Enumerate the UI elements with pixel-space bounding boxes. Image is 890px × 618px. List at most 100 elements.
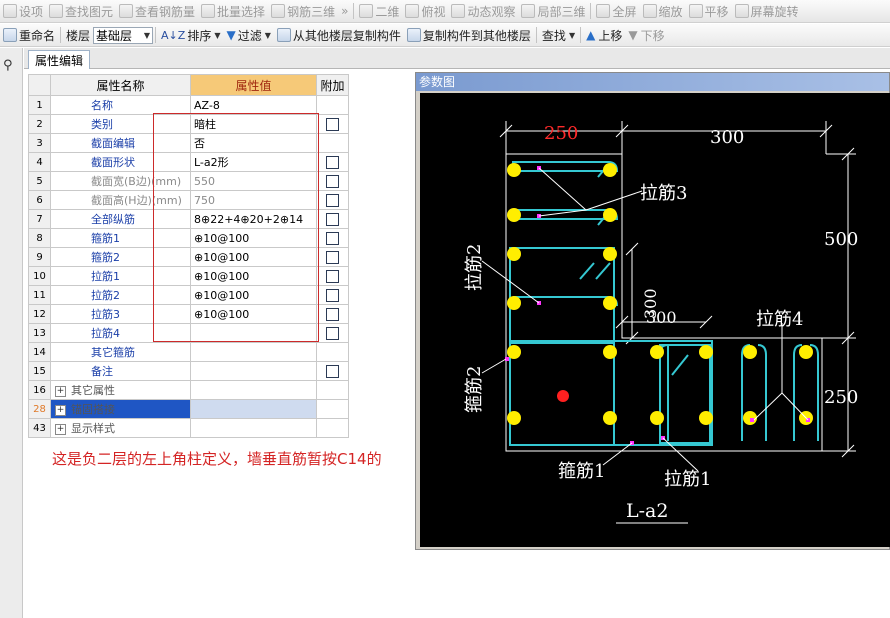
rename-button[interactable]: 重命名 — [0, 25, 58, 45]
row-number: 6 — [28, 190, 51, 210]
toolbar1-item-12[interactable]: 平移 — [686, 1, 732, 21]
chevron-down-icon: ▼ — [264, 30, 271, 40]
extra-checkbox[interactable] — [326, 117, 339, 131]
property-value-cell[interactable]: AZ-8 — [190, 95, 317, 115]
expand-icon[interactable]: + — [55, 404, 66, 416]
property-name-cell[interactable]: 名称 — [50, 95, 191, 115]
property-name-cell[interactable]: 其它箍筋 — [50, 342, 191, 362]
tab-property-editor[interactable]: 属性编辑 — [28, 50, 91, 69]
search-icon[interactable]: ⚲ — [3, 58, 13, 73]
rename-icon — [3, 28, 17, 42]
property-name-cell[interactable]: + 其它属性 — [50, 380, 191, 400]
row-number: 28 — [28, 399, 51, 419]
row-number: 12 — [28, 304, 51, 324]
extra-cell — [316, 133, 349, 153]
extra-cell — [316, 114, 349, 134]
2d-icon — [359, 4, 374, 18]
extra-checkbox[interactable] — [326, 193, 339, 207]
move-down-button[interactable]: ▼ 下移 — [625, 25, 667, 45]
table-row[interactable]: 28 + 锚固搭接 — [28, 399, 349, 419]
floor-label: 楼层 — [66, 28, 91, 43]
extra-cell — [316, 247, 349, 267]
move-up-button[interactable]: ▲ 上移 — [583, 25, 625, 45]
rebar-dot — [507, 163, 521, 177]
rebar-dot — [650, 345, 664, 359]
toolbar1-item-11[interactable]: 缩放 — [640, 1, 686, 21]
highlight-box — [153, 113, 319, 342]
copy-from-floor-button[interactable]: 从其他楼层复制构件 — [274, 25, 404, 45]
toolbar1-item-7[interactable]: 俯视 — [402, 1, 448, 21]
extra-checkbox[interactable] — [326, 364, 339, 378]
dim-right-upper: 500 — [824, 229, 858, 250]
extra-checkbox[interactable] — [326, 269, 339, 283]
extra-cell — [316, 152, 349, 172]
rebar-3d-icon — [271, 4, 286, 18]
partial-3d-icon — [521, 4, 536, 18]
extra-checkbox[interactable] — [326, 212, 339, 226]
label-shape: L-a2 — [626, 500, 668, 522]
toolbar1-item-9[interactable]: 局部三维 — [518, 1, 588, 21]
find-button[interactable]: 查找 ▼ — [539, 25, 578, 45]
extra-checkbox[interactable] — [326, 288, 339, 302]
component-toolbar: 重命名 楼层 基础层 ▼ A↓Z 排序 ▼ ▼ 过滤 ▼ 从其他楼层复制构件 复制构件到其… — [0, 24, 890, 47]
property-value-cell[interactable] — [190, 399, 317, 419]
toolbar1-item-13[interactable]: 屏幕旋转 — [732, 1, 802, 21]
property-name-cell[interactable]: 备注 — [50, 361, 191, 381]
property-name-cell[interactable]: + 显示样式 — [50, 418, 191, 438]
rebar-view-icon — [119, 4, 134, 18]
extra-checkbox[interactable] — [326, 307, 339, 321]
table-row[interactable]: 16 + 其它属性 — [28, 380, 349, 400]
separator — [155, 27, 157, 43]
top-view-icon — [405, 4, 420, 18]
grid-corner — [28, 74, 51, 96]
toolbar1-item-3[interactable]: 批量选择 — [198, 1, 268, 21]
view-toolbar: 设项 查找图元 查看钢筋量 批量选择 钢筋三维» 二维 俯视 动态观察 局部三维 全屏 缩放 平移 屏幕… — [0, 0, 890, 23]
toolbar1-item-5[interactable]: » — [338, 1, 351, 21]
separator — [535, 27, 537, 43]
property-name-cell[interactable]: + 锚固搭接 — [50, 399, 191, 419]
separator — [60, 27, 62, 43]
extra-cell — [316, 361, 349, 381]
table-row[interactable]: 14 其它箍筋 — [28, 342, 349, 362]
toolbar1-item-8[interactable]: 动态观察 — [448, 1, 518, 21]
copy-to-floor-button[interactable]: 复制构件到其他楼层 — [404, 25, 534, 45]
label-stirrup2: 箍筋2 — [464, 366, 485, 413]
toolbar1-item-1[interactable]: 查找图元 — [46, 1, 116, 21]
floor-select[interactable]: 基础层 ▼ — [93, 26, 154, 44]
row-number: 11 — [28, 285, 51, 305]
arrow-up-icon: ▲ — [586, 28, 596, 42]
rebar-dot — [507, 208, 521, 222]
extra-checkbox[interactable] — [326, 250, 339, 264]
tab-strip: 属性编辑 — [24, 48, 890, 69]
property-value-cell[interactable] — [190, 380, 317, 400]
table-row[interactable]: 43 + 显示样式 — [28, 418, 349, 438]
filter-button[interactable]: ▼ 过滤 ▼ — [223, 25, 273, 45]
rotate-icon — [734, 4, 749, 18]
expand-icon[interactable]: + — [55, 423, 66, 435]
property-value-cell[interactable] — [190, 342, 317, 362]
parameter-panel: 参数图 250 300 500 250 300 300 拉筋3 拉筋2 拉筋4 … — [415, 72, 890, 550]
table-row[interactable]: 1 名称 AZ-8 — [28, 95, 349, 115]
expand-icon[interactable]: + — [55, 385, 66, 397]
property-value-cell[interactable] — [190, 361, 317, 381]
toolbar1-item-10[interactable]: 全屏 — [593, 1, 639, 21]
row-number: 7 — [28, 209, 51, 229]
sort-button[interactable]: A↓Z 排序 ▼ — [158, 25, 223, 45]
row-number: 16 — [28, 380, 51, 400]
extra-checkbox[interactable] — [326, 155, 339, 169]
row-number: 5 — [28, 171, 51, 191]
toolbar1-item-4[interactable]: 钢筋三维 — [268, 1, 338, 21]
toolbar1-item-0[interactable]: 设项 — [0, 1, 46, 21]
toolbar1-item-2[interactable]: 查看钢筋量 — [116, 1, 198, 21]
extra-checkbox[interactable] — [326, 174, 339, 188]
toolbar1-item-6[interactable]: 二维 — [356, 1, 402, 21]
settings-icon — [3, 4, 17, 18]
extra-checkbox[interactable] — [326, 326, 339, 340]
separator — [580, 27, 582, 43]
table-row[interactable]: 15 备注 — [28, 361, 349, 381]
extra-cell — [316, 399, 349, 419]
property-value-cell[interactable] — [190, 418, 317, 438]
extra-checkbox[interactable] — [326, 231, 339, 245]
row-number: 4 — [28, 152, 51, 172]
rebar-dot — [603, 345, 617, 359]
